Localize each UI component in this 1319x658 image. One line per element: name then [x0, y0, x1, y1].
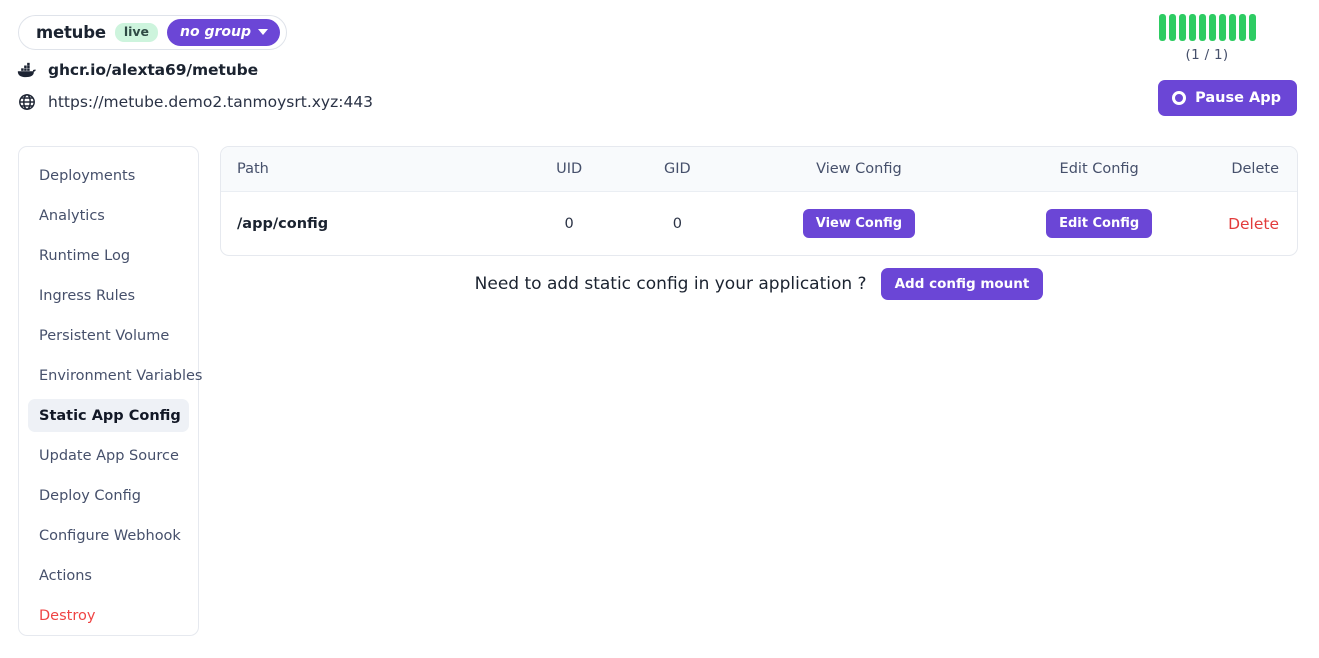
replica-bar [1248, 14, 1256, 41]
sidebar-item-label: Static App Config [39, 407, 181, 424]
sidebar-item-label: Runtime Log [39, 247, 131, 264]
delete-link[interactable]: Delete [1228, 215, 1279, 233]
replica-bar [1208, 14, 1216, 41]
group-selector[interactable]: no group [167, 19, 281, 46]
sidebar: Deployments Analytics Runtime Log Ingress R… [18, 146, 202, 636]
sidebar-item-label: Persistent Volume [39, 327, 170, 344]
sidebar-item-static-app-config[interactable]: Static App Config [28, 399, 189, 432]
table-header-row: Path UID GID View Config Edit Config Del… [221, 147, 1297, 192]
sidebar-item-label: Destroy [39, 607, 96, 624]
pause-app-label: Pause App [1195, 90, 1281, 106]
cell-path: /app/config [237, 215, 329, 232]
column-header-uid: UID [515, 147, 624, 192]
docker-icon [16, 58, 38, 82]
app-url-text[interactable]: https://metube.demo2.tanmoysrt.xyz:443 [48, 93, 373, 111]
replica-bar [1188, 14, 1196, 41]
sidebar-item-persistent-volume[interactable]: Persistent Volume [28, 319, 189, 352]
replica-bar [1228, 14, 1236, 41]
sidebar-item-label: Environment Variables [39, 367, 203, 384]
app-url-row: https://metube.demo2.tanmoysrt.xyz:443 [16, 90, 373, 114]
sidebar-item-label: Actions [39, 567, 92, 584]
sidebar-item-label: Deploy Config [39, 487, 141, 504]
edit-config-button[interactable]: Edit Config [1046, 209, 1153, 238]
column-header-delete: Delete [1212, 147, 1297, 192]
chevron-down-icon [258, 29, 269, 35]
cell-uid: 0 [564, 215, 574, 232]
column-header-path: Path [221, 147, 516, 192]
replica-bar [1218, 14, 1226, 41]
app-name: metube [36, 23, 106, 42]
sidebar-item-update-app-source[interactable]: Update App Source [28, 439, 189, 472]
column-header-view-config: View Config [731, 147, 987, 192]
cell-view-config: View Config [732, 192, 987, 256]
sidebar-item-label: Configure Webhook [39, 527, 181, 544]
app-header: metube live no group ghcr.io/alexta69/me… [0, 0, 1319, 130]
sidebar-item-label: Update App Source [39, 447, 179, 464]
column-header-gid: GID [623, 147, 732, 192]
sidebar-item-actions[interactable]: Actions [28, 559, 189, 592]
sidebar-item-destroy[interactable]: Destroy [28, 599, 189, 632]
pause-app-button[interactable]: Pause App [1158, 80, 1297, 116]
app-title-pill: metube live no group [18, 15, 288, 50]
replica-bar [1168, 14, 1176, 41]
view-config-button[interactable]: View Config [802, 209, 916, 238]
table-header: Path UID GID View Config Edit Config Del… [221, 147, 1297, 192]
table-body: /app/config 0 0 View Config Edit Config Delet… [221, 192, 1297, 256]
status-badge: live [114, 22, 159, 43]
table-row: /app/config 0 0 View Config Edit Config Delet… [221, 192, 1297, 256]
replica-bars [1117, 14, 1297, 41]
sidebar-item-label: Ingress Rules [39, 287, 136, 304]
replica-bar [1178, 14, 1186, 41]
static-config-table: Path UID GID View Config Edit Config Del… [221, 147, 1297, 255]
sidebar-item-label: Analytics [39, 207, 105, 224]
replica-bar [1238, 14, 1246, 41]
sidebar-item-configure-webhook[interactable]: Configure Webhook [28, 519, 189, 552]
sidebar-item-label: Deployments [39, 167, 136, 184]
sidebar-item-deployments[interactable]: Deployments [28, 159, 189, 192]
replica-bar [1198, 14, 1206, 41]
globe-icon [16, 90, 38, 114]
column-header-edit-config: Edit Config [986, 147, 1213, 192]
add-config-mount-button[interactable]: Add config mount [880, 268, 1044, 300]
sidebar-item-analytics[interactable]: Analytics [28, 199, 189, 232]
sidebar-item-environment-variables[interactable]: Environment Variables [28, 359, 202, 392]
sidebar-item-ingress-rules[interactable]: Ingress Rules [28, 279, 189, 312]
cell-delete: Delete [1212, 192, 1297, 256]
static-config-table-card: Path UID GID View Config Edit Config Del… [220, 146, 1298, 256]
replica-status: (1 / 1) [1117, 14, 1297, 63]
cell-edit-config: Edit Config [986, 192, 1212, 256]
add-config-cta: Need to add static config in your applic… [220, 268, 1298, 300]
container-image-text: ghcr.io/alexta69/metube [48, 61, 259, 79]
cell-gid: 0 [672, 215, 682, 232]
add-config-cta-text: Need to add static config in your applic… [474, 274, 867, 294]
replica-count: (1 / 1) [1185, 47, 1229, 63]
record-circle-icon [1172, 91, 1187, 105]
replica-bar [1158, 14, 1166, 41]
group-selector-label: no group [180, 24, 252, 40]
container-image-row: ghcr.io/alexta69/metube [16, 58, 258, 82]
sidebar-item-runtime-log[interactable]: Runtime Log [28, 239, 189, 272]
sidebar-item-deploy-config[interactable]: Deploy Config [28, 479, 189, 512]
